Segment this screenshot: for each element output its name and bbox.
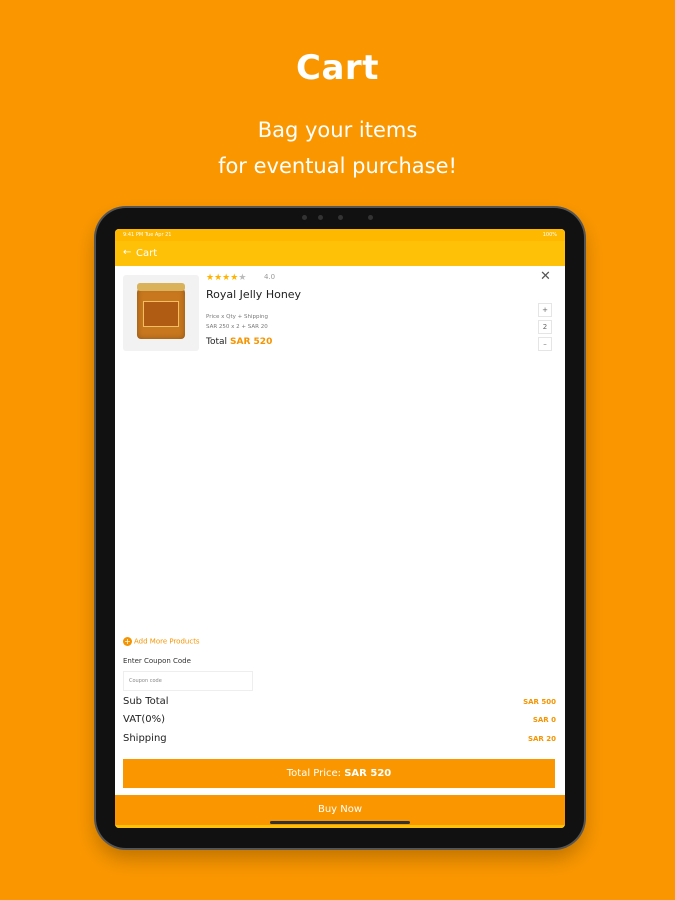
total-price-bar: Total Price: SAR 520 [123, 759, 555, 788]
total-price-label: Total Price: [286, 768, 342, 779]
app-bar-title: Cart [136, 248, 158, 259]
app-screen: 9:41 PM Tue Apr 21 100% ← Cart ★★★★★ 4.0… [115, 229, 565, 828]
subtotal-value: SAR 500 [523, 698, 556, 706]
add-more-label: Add More Products [134, 637, 200, 646]
status-battery: 100% [542, 232, 557, 238]
price-formula: Price x Qty + Shipping [206, 314, 269, 320]
promo-title: Cart [296, 48, 379, 88]
price-calculation: SAR 250 x 2 + SAR 20 [206, 324, 268, 330]
star-empty-icon: ★ [238, 273, 247, 283]
camera-dot [338, 215, 343, 220]
app-bar: ← Cart [115, 241, 565, 266]
arrow-left-icon[interactable]: ← [123, 247, 131, 258]
add-more-products-button[interactable]: + Add More Products [123, 637, 200, 646]
item-total: Total SAR 520 [206, 337, 272, 347]
quantity-value: 2 [538, 320, 552, 334]
star-icon: ★ [206, 273, 215, 283]
total-price-value: SAR 520 [344, 768, 392, 779]
decrement-button[interactable]: – [538, 337, 552, 351]
shipping-label: Shipping [123, 733, 167, 744]
item-total-amount: SAR 520 [230, 337, 273, 347]
bottom-strip [115, 825, 565, 828]
promo-subtitle-line2: for eventual purchase! [218, 154, 457, 178]
promo-subtitle-line1: Bag your items [257, 118, 418, 142]
jar-lid [137, 283, 185, 291]
coupon-input[interactable] [123, 671, 253, 691]
product-name[interactable]: Royal Jelly Honey [206, 288, 301, 301]
vat-value: SAR 0 [532, 716, 556, 724]
tablet-frame: 9:41 PM Tue Apr 21 100% ← Cart ★★★★★ 4.0… [96, 208, 584, 848]
product-image[interactable] [123, 275, 199, 351]
sensor-dot [368, 215, 373, 220]
star-icon: ★ [214, 273, 223, 283]
subtotal-label: Sub Total [123, 696, 169, 707]
vat-label: VAT(0%) [123, 714, 166, 725]
status-time: 9:41 PM Tue Apr 21 [123, 232, 172, 238]
rating-value: 4.0 [264, 273, 276, 281]
item-total-label: Total [206, 337, 228, 347]
sensor-dot [318, 215, 323, 220]
increment-button[interactable]: + [538, 303, 552, 317]
sensor-dot [302, 215, 307, 220]
promo-subtitle: Bag your items for eventual purchase! [0, 112, 675, 184]
plus-circle-icon: + [123, 637, 132, 646]
home-indicator[interactable] [270, 821, 410, 824]
shipping-value: SAR 20 [527, 735, 556, 743]
rating-stars: ★★★★★ [206, 273, 246, 283]
status-bar: 9:41 PM Tue Apr 21 100% [115, 229, 565, 241]
jar-label [143, 301, 179, 327]
coupon-label: Enter Coupon Code [123, 657, 191, 665]
remove-item-button[interactable]: ✕ [540, 269, 551, 284]
